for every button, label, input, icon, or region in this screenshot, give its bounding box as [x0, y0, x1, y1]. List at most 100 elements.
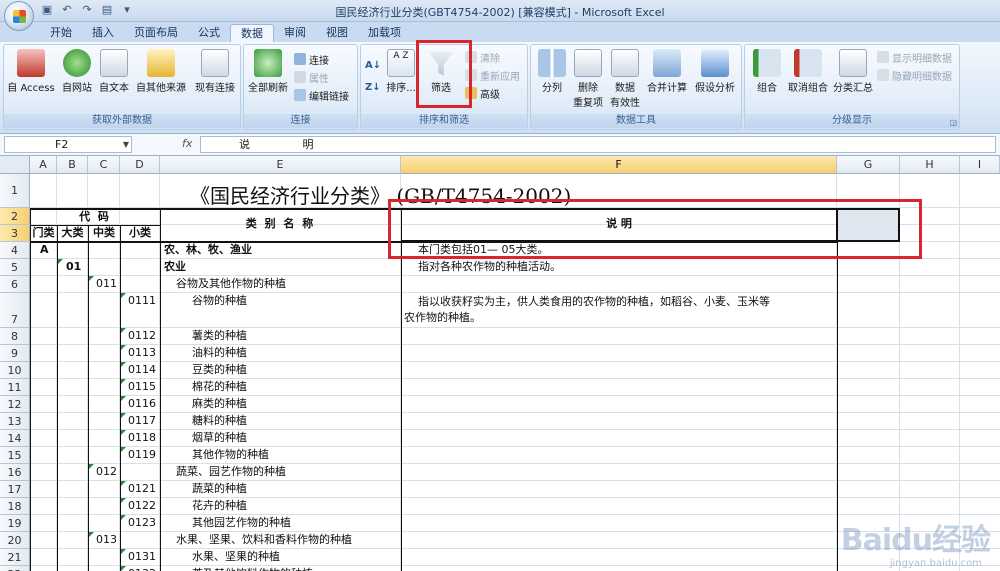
row-header-6[interactable]: 6	[0, 276, 30, 293]
row-header-21[interactable]: 21	[0, 549, 30, 566]
cell-e4[interactable]: 农、林、牧、渔业	[164, 242, 252, 258]
cell-d22[interactable]: 0132	[128, 566, 156, 571]
group-button[interactable]: 组合	[749, 49, 785, 94]
cell-e21[interactable]: 水果、坚果的种植	[192, 549, 280, 565]
from-access-button[interactable]: 自 Access	[6, 49, 56, 94]
row-header-22[interactable]: 22	[0, 566, 30, 571]
cell-d15[interactable]: 0119	[128, 447, 156, 463]
header-category-name[interactable]: 类 别 名 称	[160, 216, 401, 232]
sort-asc-icon[interactable]: A↓	[365, 57, 381, 73]
tab-home[interactable]: 开始	[40, 24, 82, 42]
from-text-button[interactable]: 自文本	[96, 49, 132, 94]
cell-e14[interactable]: 烟草的种植	[192, 430, 247, 446]
cell-e15[interactable]: 其他作物的种植	[192, 447, 269, 463]
tab-data[interactable]: 数据	[230, 24, 274, 42]
column-header-i[interactable]: I	[960, 156, 1000, 174]
row-header-13[interactable]: 13	[0, 413, 30, 430]
tab-review[interactable]: 审阅	[274, 24, 316, 42]
cell-a4[interactable]: A	[40, 242, 49, 258]
cell-e17[interactable]: 蔬菜的种植	[192, 481, 247, 497]
cell-f5[interactable]: 指对各种农作物的种植活动。	[418, 259, 561, 275]
formula-input[interactable]: 说 明	[200, 136, 996, 153]
insert-function-icon[interactable]: fx	[182, 137, 192, 150]
remove-duplicates-button[interactable]: 删除 重复项	[571, 49, 605, 109]
cell-e9[interactable]: 油料的种植	[192, 345, 247, 361]
dialog-launcher-icon[interactable]: ◲	[949, 118, 957, 127]
column-header-d[interactable]: D	[120, 156, 160, 174]
row-header-8[interactable]: 8	[0, 328, 30, 345]
hide-detail-button[interactable]: 隐藏明细数据	[877, 67, 952, 83]
cell-d17[interactable]: 0121	[128, 481, 156, 497]
office-button[interactable]	[4, 1, 34, 31]
cell-d8[interactable]: 0112	[128, 328, 156, 344]
subtotal-button[interactable]: 分类汇总	[831, 49, 875, 94]
cell-d19[interactable]: 0123	[128, 515, 156, 531]
row-header-9[interactable]: 9	[0, 345, 30, 362]
cell-d11[interactable]: 0115	[128, 379, 156, 395]
cell-d12[interactable]: 0116	[128, 396, 156, 412]
cell-c20[interactable]: 013	[96, 532, 117, 548]
cell-e13[interactable]: 糖料的种植	[192, 413, 247, 429]
cell-e22[interactable]: 茶及其他饮料作物的种植	[192, 566, 313, 571]
cell-c6[interactable]: 011	[96, 276, 117, 292]
cell-d9[interactable]: 0113	[128, 345, 156, 361]
cell-d18[interactable]: 0122	[128, 498, 156, 514]
cell-e10[interactable]: 豆类的种植	[192, 362, 247, 378]
data-validation-button[interactable]: 数据 有效性	[607, 49, 643, 109]
tab-formulas[interactable]: 公式	[188, 24, 230, 42]
cell-e16[interactable]: 蔬菜、园艺作物的种植	[176, 464, 286, 480]
row-header-11[interactable]: 11	[0, 379, 30, 396]
cell-f7-line2[interactable]: 农作物的种植。	[404, 310, 481, 326]
column-header-g[interactable]: G	[837, 156, 900, 174]
what-if-analysis-button[interactable]: 假设分析	[691, 49, 739, 94]
header-zhonglei[interactable]: 中类	[88, 225, 120, 241]
row-header-15[interactable]: 15	[0, 447, 30, 464]
column-header-f[interactable]: F	[401, 156, 837, 174]
column-header-c[interactable]: C	[88, 156, 120, 174]
tab-addins[interactable]: 加载项	[358, 24, 411, 42]
refresh-all-button[interactable]: 全部刷新	[246, 49, 290, 94]
cell-e20[interactable]: 水果、坚果、饮料和香料作物的种植	[176, 532, 352, 548]
header-menlei[interactable]: 门类	[30, 225, 57, 241]
cell-d7[interactable]: 0111	[128, 293, 156, 309]
cell-e19[interactable]: 其他园艺作物的种植	[192, 515, 291, 531]
row-header-16[interactable]: 16	[0, 464, 30, 481]
column-header-a[interactable]: A	[30, 156, 57, 174]
sort-button[interactable]: A Z 排序...	[383, 49, 419, 94]
header-code[interactable]: 代 码	[30, 209, 160, 225]
row-header-10[interactable]: 10	[0, 362, 30, 379]
column-header-h[interactable]: H	[900, 156, 960, 174]
chevron-down-icon[interactable]: ▼	[123, 137, 129, 152]
row-header-14[interactable]: 14	[0, 430, 30, 447]
cell-e18[interactable]: 花卉的种植	[192, 498, 247, 514]
row-header-20[interactable]: 20	[0, 532, 30, 549]
cell-e7[interactable]: 谷物的种植	[192, 293, 247, 309]
cell-d21[interactable]: 0131	[128, 549, 156, 565]
header-xiaolei[interactable]: 小类	[120, 225, 160, 241]
cell-c16[interactable]: 012	[96, 464, 117, 480]
from-other-sources-button[interactable]: 自其他来源	[132, 49, 190, 94]
row-header-2[interactable]: 2	[0, 208, 30, 225]
row-header-18[interactable]: 18	[0, 498, 30, 515]
cell-e6[interactable]: 谷物及其他作物的种植	[176, 276, 286, 292]
row-header-1[interactable]: 1	[0, 174, 30, 208]
consolidate-button[interactable]: 合并计算	[645, 49, 689, 94]
cell-f7-line1[interactable]: 指以收获籽实为主，供人类食用的农作物的种植，如稻谷、小麦、玉米等	[418, 294, 770, 310]
column-header-e[interactable]: E	[160, 156, 401, 174]
cell-b5[interactable]: 01	[66, 259, 81, 275]
cell-d10[interactable]: 0114	[128, 362, 156, 378]
tab-view[interactable]: 视图	[316, 24, 358, 42]
select-all-corner[interactable]	[0, 156, 30, 174]
reapply-button[interactable]: 重新应用	[465, 67, 520, 83]
cell-d13[interactable]: 0117	[128, 413, 156, 429]
row-header-7[interactable]: 7	[0, 293, 30, 328]
column-header-b[interactable]: B	[57, 156, 88, 174]
cell-d14[interactable]: 0118	[128, 430, 156, 446]
row-header-4[interactable]: 4	[0, 242, 30, 259]
row-header-19[interactable]: 19	[0, 515, 30, 532]
cell-e11[interactable]: 棉花的种植	[192, 379, 247, 395]
properties-button[interactable]: 属性	[294, 69, 329, 85]
ungroup-button[interactable]: 取消组合	[785, 49, 831, 94]
show-detail-button[interactable]: 显示明细数据	[877, 49, 952, 65]
edit-links-button[interactable]: 编辑链接	[294, 87, 349, 103]
